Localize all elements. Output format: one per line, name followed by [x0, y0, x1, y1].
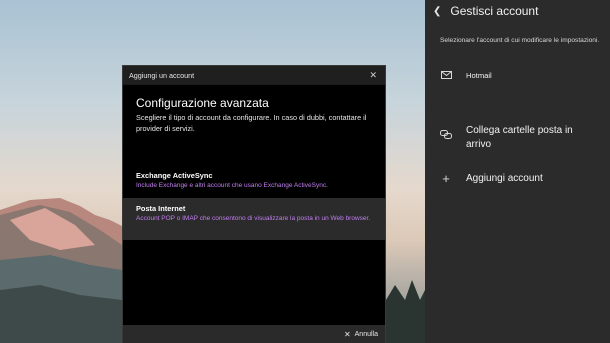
plus-icon: + — [442, 171, 450, 186]
add-account-label: Aggiungi account — [466, 173, 543, 184]
manage-accounts-panel: ❮ Gestisci account Selezionare l'account… — [425, 0, 610, 343]
dialog-description: Scegliere il tipo di account da configur… — [136, 113, 367, 133]
back-arrow-icon[interactable]: ❮ — [433, 6, 441, 17]
account-item-hotmail[interactable]: Hotmail — [440, 71, 492, 80]
mail-icon — [440, 71, 452, 80]
cancel-label: Annulla — [354, 330, 378, 338]
dialog-body: Configurazione avanzata Scegliere il tip… — [123, 85, 385, 325]
cancel-button[interactable]: ✕ Annulla — [344, 330, 378, 339]
panel-hint: Selezionare l'account di cui modificare … — [440, 37, 600, 44]
panel-title: Gestisci account — [450, 4, 539, 18]
add-account-dialog: Aggiungi un account ✕ Configurazione ava… — [122, 65, 386, 343]
panel-header: ❮ Gestisci account — [433, 4, 538, 18]
dialog-footer: ✕ Annulla — [123, 325, 385, 343]
add-account-item[interactable]: + Aggiungi account — [440, 172, 543, 186]
option-subtitle: Account POP o IMAP che consentono di vis… — [136, 215, 371, 222]
link-icon — [440, 124, 452, 152]
dialog-title: Aggiungi un account — [129, 70, 195, 80]
account-label: Hotmail — [466, 71, 492, 80]
link-inboxes-label: Collega cartelle posta in arrivo — [466, 125, 573, 150]
option-title: Posta Internet — [136, 204, 186, 213]
option-exchange-activesync[interactable]: Exchange ActiveSync Include Exchange e a… — [123, 167, 385, 201]
close-icon[interactable]: ✕ — [369, 70, 377, 80]
option-title: Exchange ActiveSync — [136, 171, 213, 180]
option-internet-mail[interactable]: Posta Internet Account POP o IMAP che co… — [123, 198, 385, 240]
close-icon: ✕ — [343, 329, 351, 339]
option-subtitle: Include Exchange e altri account che usa… — [136, 182, 328, 189]
link-inboxes-item[interactable]: Collega cartelle posta in arrivo — [440, 124, 591, 152]
dialog-titlebar: Aggiungi un account ✕ — [123, 66, 385, 84]
dialog-heading: Configurazione avanzata — [136, 96, 269, 110]
